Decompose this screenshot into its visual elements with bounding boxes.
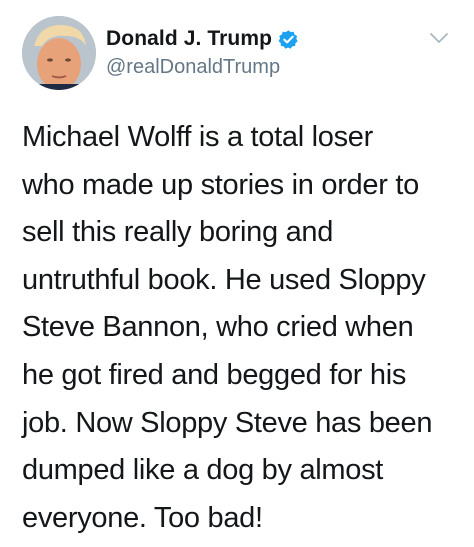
tweet-line: he got fired and begged for his	[22, 358, 407, 391]
tweet-line: everyone. Too bad!	[22, 501, 263, 534]
author-name-row: Donald J. Trump	[106, 26, 299, 52]
tweet-line: who made up stories in order to	[22, 168, 419, 201]
tweet-text: Michael Wolff is a total loser who made …	[22, 114, 462, 542]
tweet-line: Michael Wolff is a total loser	[22, 121, 373, 153]
avatar-photo	[22, 16, 96, 90]
display-name[interactable]: Donald J. Trump	[106, 27, 272, 51]
chevron-down-icon[interactable]	[428, 27, 450, 49]
tweet-line: Steve Bannon, who cried when	[22, 311, 414, 344]
handle[interactable]: @realDonaldTrump	[106, 56, 280, 79]
verified-badge-icon	[278, 29, 299, 50]
tweet-line: sell this really boring and	[22, 216, 334, 249]
tweet-line: untruthful book. He used Sloppy	[22, 263, 426, 296]
avatar[interactable]	[22, 16, 96, 90]
tweet-line: job. Now Sloppy Steve has been	[22, 406, 433, 439]
tweet-line: dumped like a dog by almost	[22, 454, 384, 487]
